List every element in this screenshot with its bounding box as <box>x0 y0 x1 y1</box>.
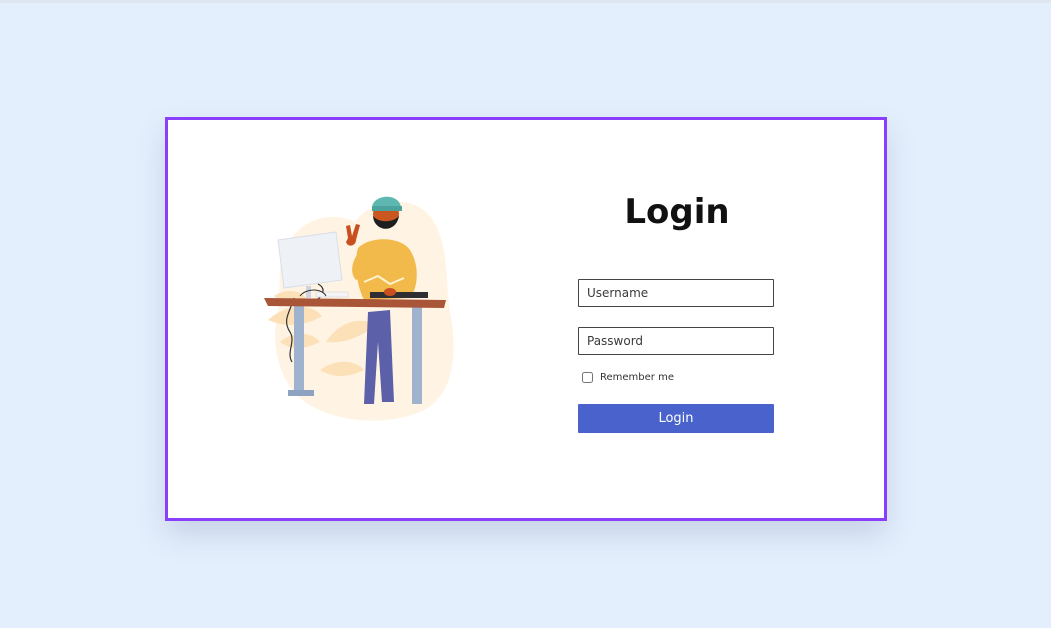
login-card: Login Remember me Login <box>165 117 887 521</box>
password-input[interactable] <box>578 327 774 355</box>
remember-me-checkbox[interactable] <box>582 371 593 383</box>
login-form: Login Remember me Login <box>578 190 776 433</box>
username-input[interactable] <box>578 279 774 307</box>
login-title: Login <box>624 192 730 232</box>
login-button[interactable]: Login <box>578 404 774 433</box>
top-divider <box>0 0 1051 3</box>
remember-me-row: Remember me <box>578 369 776 385</box>
remember-me-label: Remember me <box>600 371 674 383</box>
person-at-desk-illustration <box>260 192 460 424</box>
